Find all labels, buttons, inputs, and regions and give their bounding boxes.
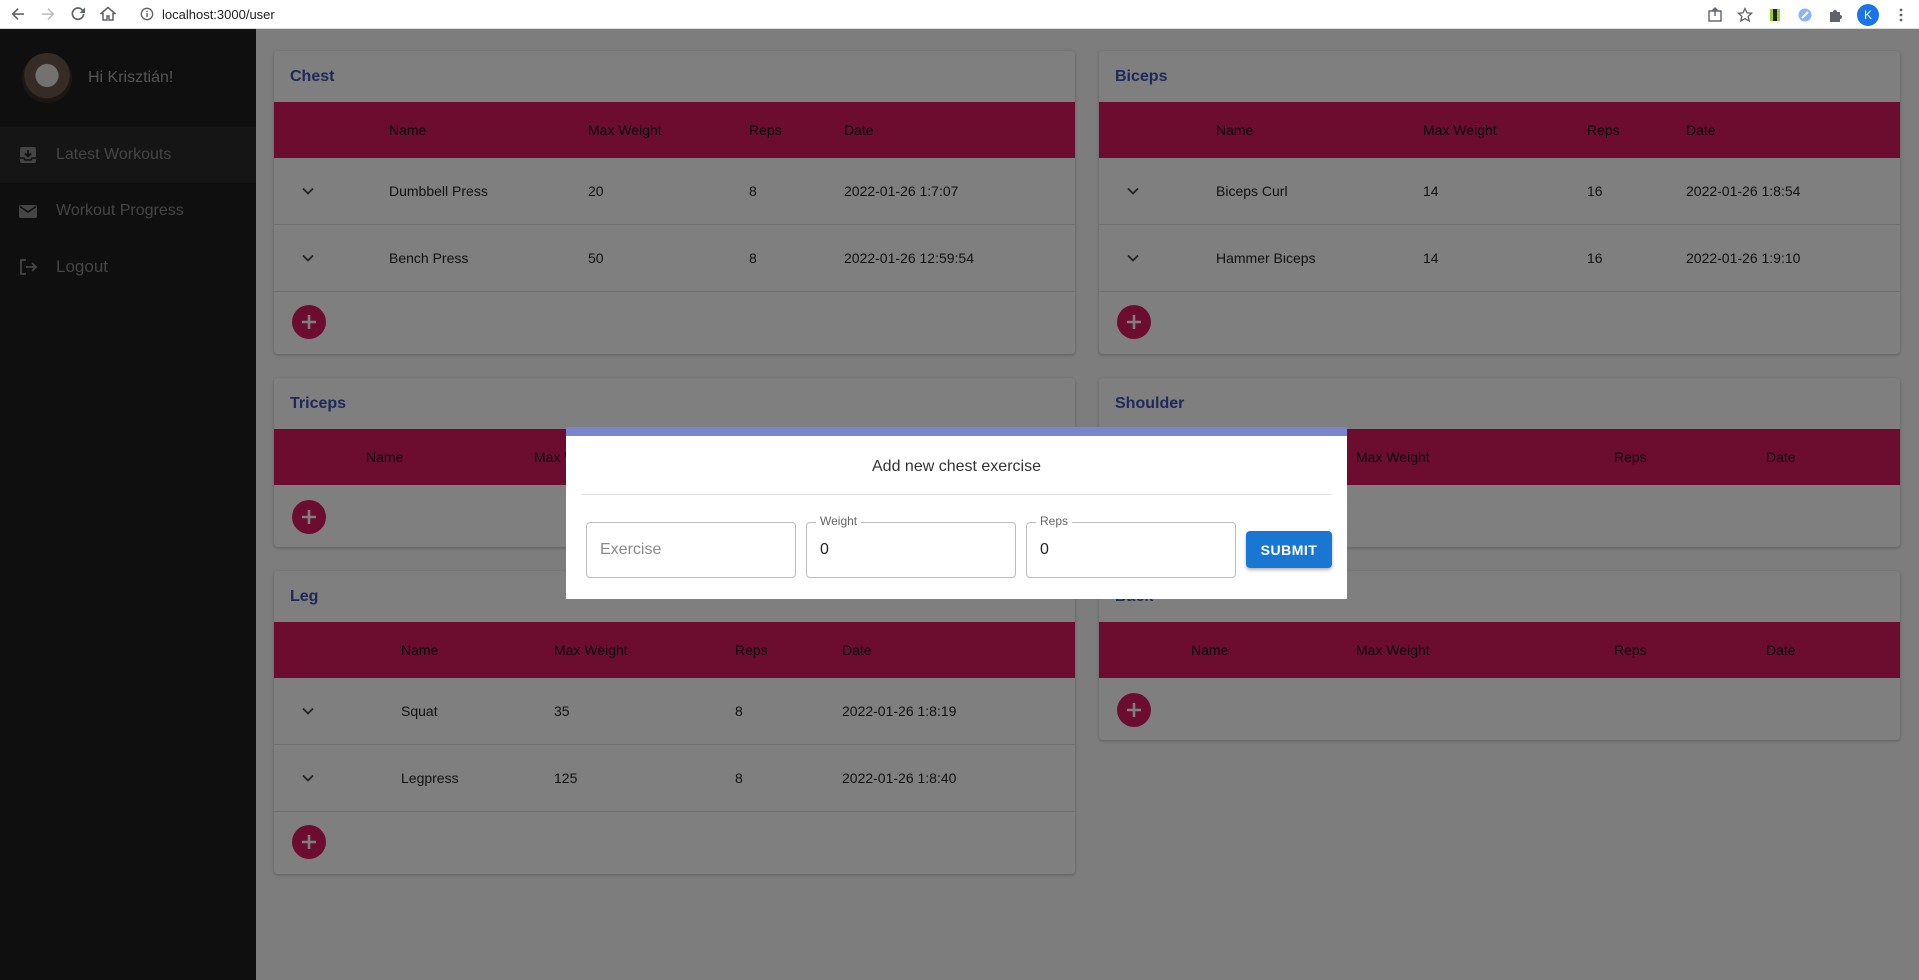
browser-toolbar: localhost:3000/user K [0, 0, 1919, 29]
back-arrow-icon[interactable] [6, 2, 30, 26]
kebab-menu-icon[interactable] [1893, 7, 1909, 23]
divider [582, 494, 1331, 495]
share-icon[interactable] [1707, 6, 1723, 23]
weight-label: Weight [816, 514, 862, 528]
add-exercise-dialog: Add new chest exercise Weight Reps SUBMI… [566, 427, 1347, 599]
reps-field: Reps [1026, 514, 1236, 578]
weight-field: Weight [806, 514, 1016, 578]
home-icon[interactable] [96, 2, 120, 26]
forward-arrow-icon[interactable] [36, 2, 60, 26]
star-icon[interactable] [1737, 6, 1753, 23]
weight-input[interactable] [807, 523, 1015, 577]
address-bar[interactable]: localhost:3000/user [140, 0, 275, 29]
puzzle-icon[interactable] [1827, 7, 1843, 23]
exercise-input[interactable] [587, 523, 795, 577]
reload-icon[interactable] [66, 2, 90, 26]
info-icon [140, 7, 154, 21]
dialog-title: Add new chest exercise [872, 458, 1041, 475]
profile-avatar[interactable]: K [1857, 3, 1879, 26]
url-text[interactable]: localhost:3000/user [162, 7, 275, 22]
submit-button[interactable]: SUBMIT [1246, 531, 1332, 568]
extension-blue-icon[interactable] [1797, 7, 1813, 23]
exercise-field [586, 522, 796, 578]
reps-input[interactable] [1027, 523, 1235, 577]
reps-label: Reps [1036, 514, 1073, 528]
extension-green-icon[interactable] [1767, 7, 1783, 23]
